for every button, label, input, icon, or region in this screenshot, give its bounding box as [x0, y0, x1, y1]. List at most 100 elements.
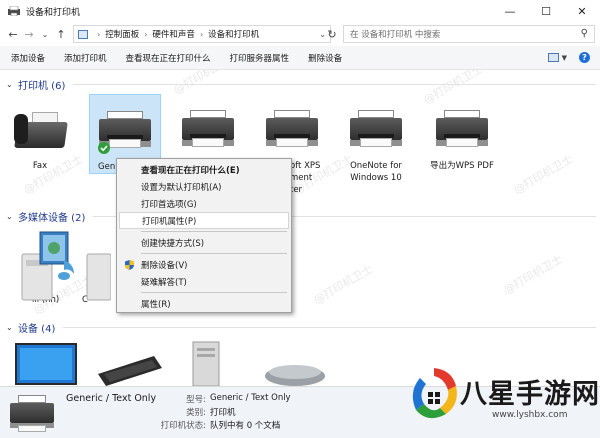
address-row: ← → ⌄ ↑ › 控制面板 › 硬件和声音 › 设备和打印机 ⌄ ↻ 在 设备… [0, 22, 600, 46]
device-media-c[interactable]: C [74, 230, 118, 306]
breadcrumb-hardware-sound[interactable]: 硬件和声音 [152, 28, 195, 40]
device-monitor[interactable] [14, 342, 78, 386]
breadcrumb-devices-printers[interactable]: 设备和打印机 [208, 28, 259, 40]
printer-icon [97, 105, 153, 157]
breadcrumb-control-panel[interactable]: 控制面板 [105, 28, 139, 40]
menu-item-properties[interactable]: 属性(R) [119, 295, 289, 312]
breadcrumb-chevron-icon: › [97, 29, 101, 39]
details-category-key: 类别: [186, 408, 206, 418]
group-divider [73, 83, 596, 85]
menu-item-remove-device[interactable]: 删除设备(V) [119, 256, 289, 273]
site-name: 八星手游网 [460, 379, 600, 410]
recent-locations-chevron-icon[interactable]: ⌄ [38, 25, 52, 43]
site-brand-logo: 八星手游网 www.lyshbx.com [336, 358, 599, 436]
group-header-devices[interactable]: ⌄ 设备 (4) [6, 318, 596, 336]
group-divider [63, 326, 596, 328]
printer-icon [264, 104, 320, 156]
details-model-key: 型号: [186, 395, 206, 405]
device-onenote[interactable]: OneNote for Windows 10 [338, 104, 414, 184]
device-computer[interactable] [186, 340, 226, 386]
mouse-icon [265, 365, 325, 386]
group-header-multimedia[interactable]: ⌄ 多媒体设备 (2) [6, 207, 596, 225]
maximize-button[interactable]: ☐ [528, 0, 564, 22]
add-printer-button[interactable]: 添加打印机 [53, 52, 115, 64]
printer-icon [434, 104, 490, 156]
uac-shield-icon [125, 260, 134, 270]
title-bar: 设备和打印机 — ☐ ✕ [0, 0, 600, 22]
menu-item-see-whats-printing[interactable]: 查看现在正在打印什么(E) [119, 161, 289, 178]
address-bar[interactable]: › 控制面板 › 硬件和声音 › 设备和打印机 ⌄ [73, 25, 331, 43]
site-url: www.lyshbx.com [492, 410, 568, 420]
device-media-iii[interactable]: iii (hh) [8, 230, 80, 306]
up-arrow-icon[interactable]: ↑ [54, 25, 68, 43]
device-label: 导出为WPS PDF [430, 161, 494, 171]
group-label-multimedia: 多媒体设备 (2) [18, 212, 86, 224]
search-icon: ⚲ [580, 28, 588, 39]
printer-icon [180, 104, 236, 156]
printer-icon [8, 393, 54, 433]
default-checkmark-icon [98, 142, 110, 154]
details-category-value: 打印机 [210, 408, 236, 418]
site-logo-icon [412, 368, 457, 419]
print-server-properties-button[interactable]: 打印服务器属性 [219, 52, 298, 64]
device-label: OneNote for Windows 10 [350, 161, 402, 183]
change-view-button[interactable]: ▼ [547, 53, 567, 62]
view-icon [547, 53, 559, 62]
refresh-icon[interactable]: ↻ [324, 25, 340, 43]
search-input[interactable]: 在 设备和打印机 中搜索 ⚲ [343, 25, 595, 43]
details-model-value: Generic / Text Only [210, 393, 291, 403]
devices-printers-app-icon [8, 5, 20, 17]
printer-icon [348, 104, 404, 156]
group-label-printers: 打印机 (6) [18, 80, 66, 92]
collapse-chevron-icon: ⌄ [6, 211, 13, 221]
monitor-icon [15, 343, 77, 385]
media-device-icon [81, 230, 112, 301]
details-device-name: Generic / Text Only [66, 393, 157, 404]
devices-content: @打印机卫士 @打印机卫士 @打印机卫士 @打印机卫士 @打印机卫士 @打印机卫… [0, 70, 600, 386]
device-printer[interactable] [172, 104, 244, 160]
group-header-printers[interactable]: ⌄ 打印机 (6) [6, 75, 596, 93]
menu-item-set-default-printer[interactable]: 设置为默认打印机(A) [119, 178, 289, 195]
menu-separator [141, 231, 287, 232]
forward-arrow-icon[interactable]: → [22, 25, 36, 43]
minimize-button[interactable]: — [492, 0, 528, 22]
group-label-devices: 设备 (4) [18, 323, 56, 335]
breadcrumb-chevron-icon: › [144, 29, 148, 39]
window-title: 设备和打印机 [26, 7, 81, 18]
back-arrow-icon[interactable]: ← [6, 25, 20, 43]
menu-item-create-shortcut[interactable]: 创建快捷方式(S) [119, 234, 289, 251]
device-fax[interactable]: Fax [4, 104, 76, 172]
see-whats-printing-button[interactable]: 查看现在正在打印什么 [115, 52, 219, 64]
device-label: Fax [32, 161, 48, 171]
keyboard-icon [98, 356, 162, 386]
media-device-icon [16, 230, 74, 301]
watermark: @打印机卫士 [311, 262, 376, 307]
remove-device-button[interactable]: 删除设备 [297, 52, 350, 64]
menu-separator [141, 292, 287, 293]
menu-item-printing-preferences[interactable]: 打印首选项(G) [119, 195, 289, 212]
command-bar: 添加设备 添加打印机 查看现在正在打印什么 打印服务器属性 删除设备 ▼ ? [0, 46, 600, 70]
search-placeholder: 在 设备和打印机 中搜索 [350, 30, 441, 40]
add-device-button[interactable]: 添加设备 [0, 52, 53, 64]
device-mouse[interactable] [262, 360, 328, 386]
menu-item-printer-properties[interactable]: 打印机属性(P) [119, 212, 289, 229]
view-dropdown-icon: ▼ [561, 53, 567, 62]
collapse-chevron-icon: ⌄ [6, 322, 13, 332]
context-menu: 查看现在正在打印什么(E) 设置为默认打印机(A) 打印首选项(G) 打印机属性… [116, 158, 292, 313]
computer-tower-icon [192, 341, 220, 386]
watermark: @打印机卫士 [511, 152, 576, 197]
details-status-value: 队列中有 0 个文档 [210, 421, 281, 431]
device-wps-pdf[interactable]: 导出为WPS PDF [422, 104, 502, 172]
control-panel-icon [78, 29, 88, 39]
help-icon[interactable]: ? [579, 52, 590, 63]
watermark: @打印机卫士 [501, 252, 566, 297]
details-status-key: 打印机状态: [160, 421, 206, 431]
menu-item-troubleshoot[interactable]: 疑难解答(T) [119, 273, 289, 290]
menu-separator [141, 253, 287, 254]
menu-item-label: 删除设备(V) [141, 260, 188, 271]
device-keyboard[interactable] [94, 354, 164, 386]
breadcrumb-chevron-icon: › [199, 29, 204, 39]
fax-icon [12, 104, 68, 156]
close-button[interactable]: ✕ [564, 0, 600, 22]
collapse-chevron-icon: ⌄ [6, 79, 13, 89]
